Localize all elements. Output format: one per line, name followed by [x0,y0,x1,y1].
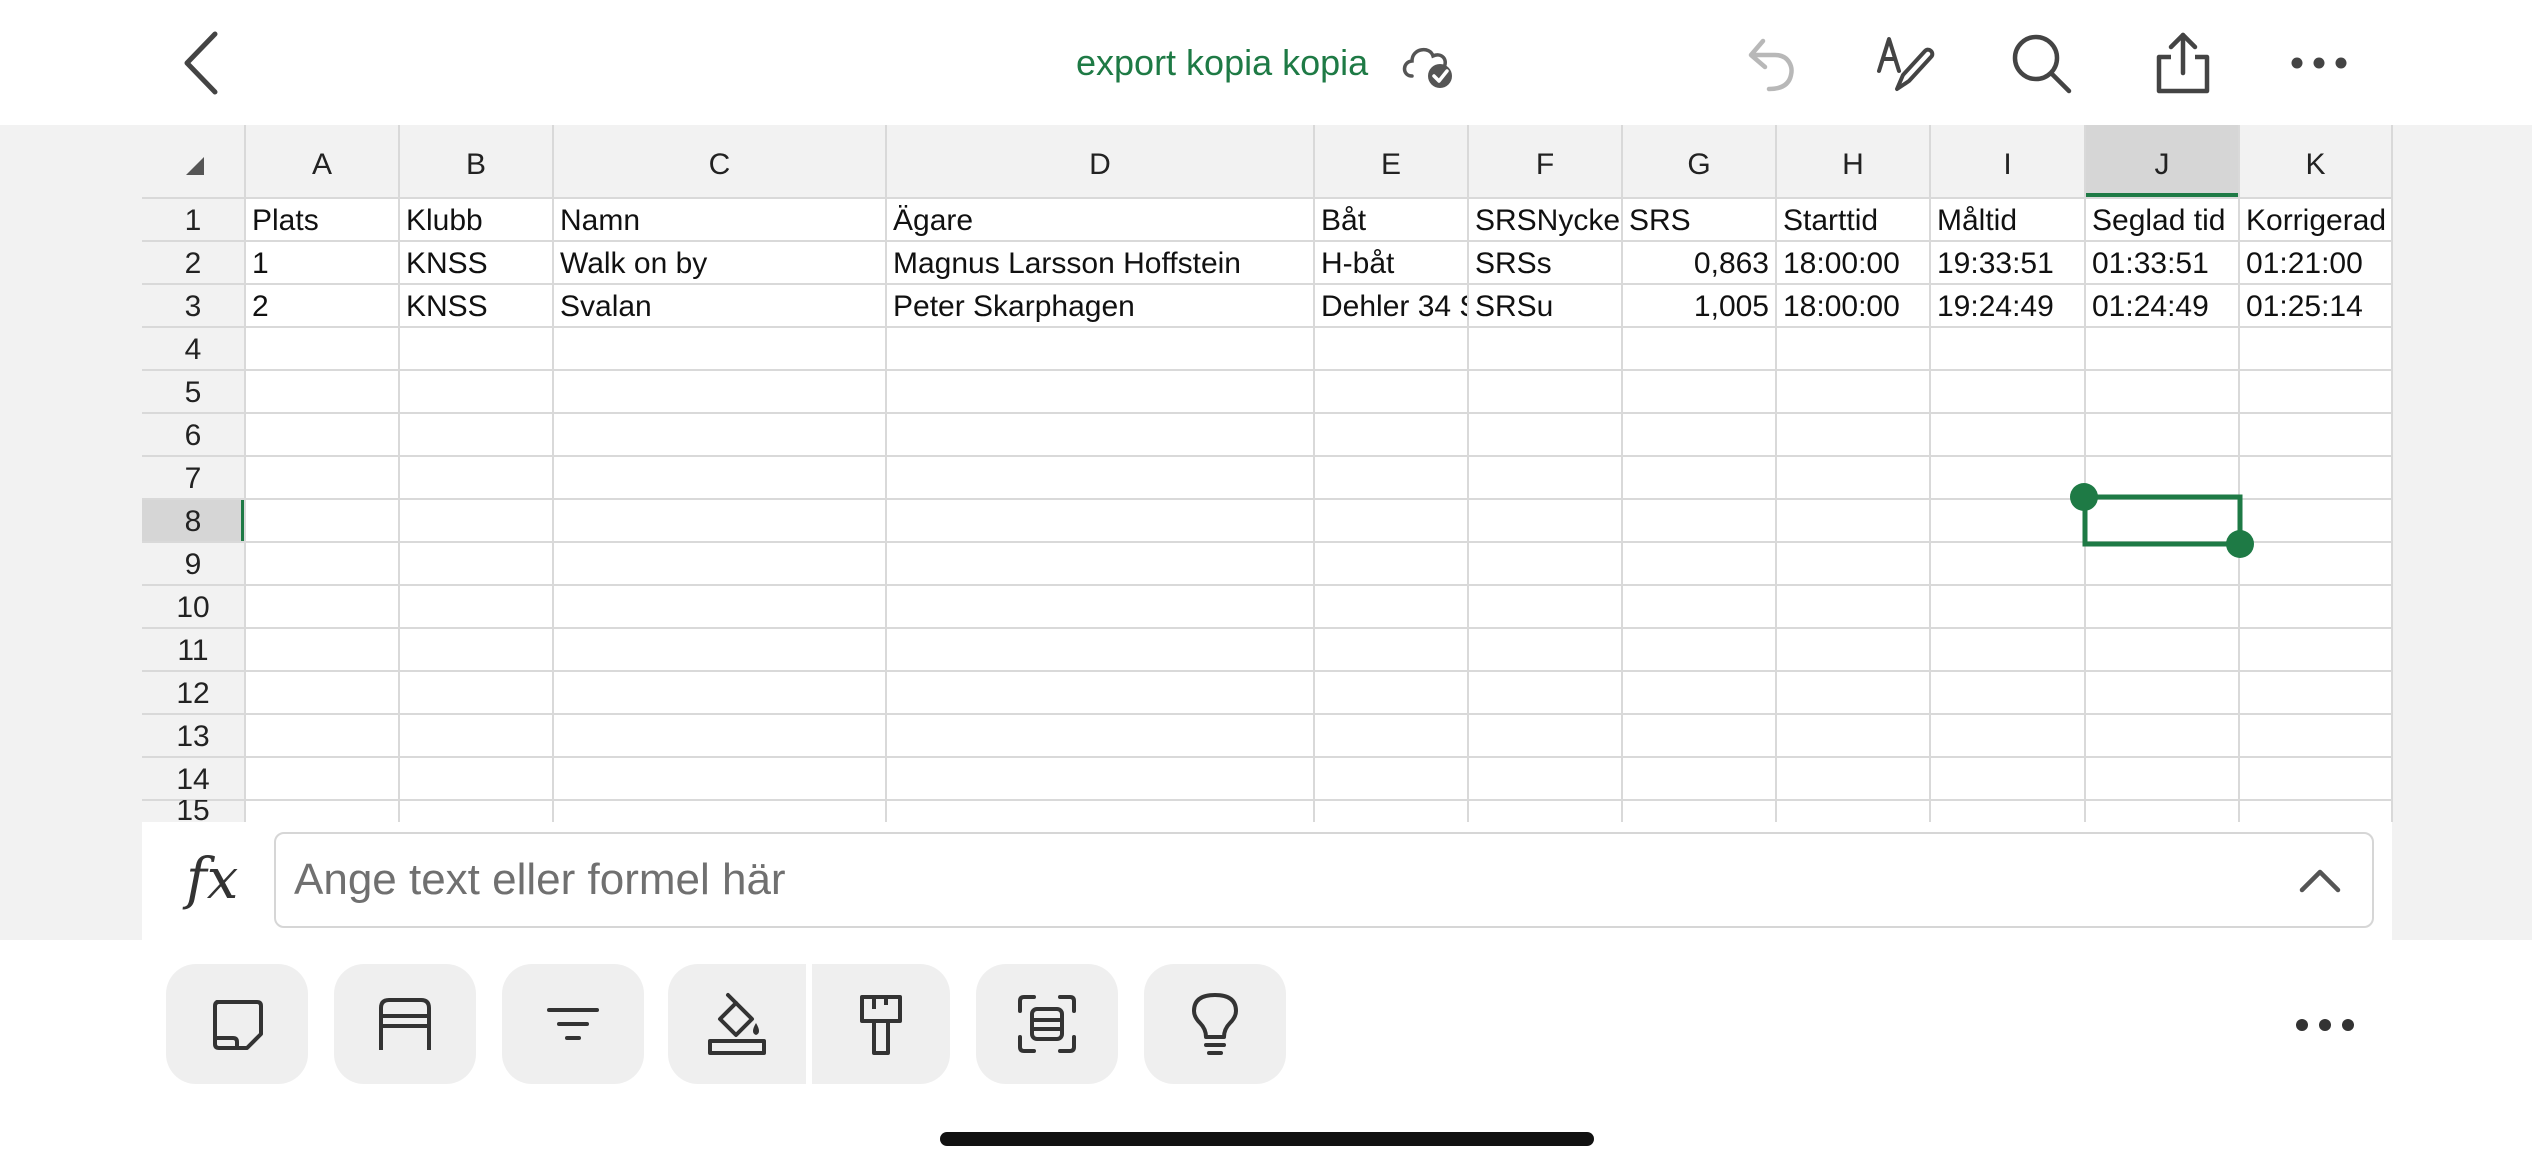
draw-pen-icon [1877,37,1935,91]
freeze-panes-button[interactable] [334,964,476,1084]
cell-h1[interactable]: Starttid [1777,199,1929,242]
cell-k3[interactable]: 01:25:14 [2240,285,2391,328]
filter-button[interactable] [502,964,644,1084]
column-header-d[interactable]: D [886,125,1314,197]
cell-d2[interactable]: Magnus Larsson Hoffstein [887,242,1313,285]
sheet-view-icon [213,1000,263,1050]
freeze-panes-icon [379,998,431,1050]
cell-j1[interactable]: Seglad tid [2086,199,2238,242]
cell-a3[interactable]: 2 [246,285,398,328]
row-header-1[interactable]: 1 [142,198,244,241]
share-icon [2156,32,2210,94]
row-header-2[interactable]: 2 [142,241,244,284]
cell-e3[interactable]: Dehler 34 SV [1315,285,1467,328]
home-indicator[interactable] [940,1132,1594,1146]
column-header-c[interactable]: C [553,125,886,197]
cell-f1[interactable]: SRSNyckel [1469,199,1621,242]
share-button[interactable] [2148,28,2218,98]
cell-b1[interactable]: Klubb [400,199,552,242]
column-header-b[interactable]: B [399,125,553,197]
cell-i3[interactable]: 19:24:49 [1931,285,2084,328]
column-header-e[interactable]: E [1314,125,1468,197]
column-header-f[interactable]: F [1468,125,1622,197]
more-icon [2291,57,2347,69]
column-header-a[interactable]: A [245,125,399,197]
cell-f3[interactable]: SRSu [1469,285,1621,328]
filter-icon [547,1008,599,1040]
row-header-9[interactable]: 9 [142,542,244,585]
cell-i1[interactable]: Måltid [1931,199,2084,242]
back-button[interactable] [166,28,236,98]
column-header-j[interactable]: J [2085,125,2239,197]
cell-e1[interactable]: Båt [1315,199,1467,242]
selection-handle-bottom-right[interactable] [2226,530,2254,558]
cell-c2[interactable]: Walk on by [554,242,885,285]
cell-g1[interactable]: SRS [1623,199,1775,242]
cell-d1[interactable]: Ägare [887,199,1313,242]
more-options-button[interactable] [2284,28,2354,98]
cell-j3[interactable]: 01:24:49 [2086,285,2238,328]
ideas-button[interactable] [1144,964,1286,1084]
row-header-5[interactable]: 5 [142,370,244,413]
chevron-up-icon [2299,869,2341,893]
toolbar-more-button[interactable] [2290,1000,2360,1050]
document-title[interactable]: export kopia kopia [1076,38,1368,88]
row-header-13[interactable]: 13 [142,714,244,757]
formula-input[interactable] [274,832,2374,928]
search-button[interactable] [2006,28,2076,98]
select-region-icon [1018,995,1076,1053]
cell-i2[interactable]: 19:33:51 [1931,242,2084,285]
more-icon [2296,1019,2354,1031]
cell-a1[interactable]: Plats [246,199,398,242]
row-header-3[interactable]: 3 [142,284,244,327]
cell-b2[interactable]: KNSS [400,242,552,285]
search-icon [2012,34,2072,94]
cell-f2[interactable]: SRSs [1469,242,1621,285]
cell-a2[interactable]: 1 [246,242,398,285]
sheet-view-button[interactable] [166,964,308,1084]
chevron-left-icon [184,31,218,95]
column-header-i[interactable]: I [1930,125,2085,197]
cell-k2[interactable]: 01:21:00 [2240,242,2391,285]
row-header-11[interactable]: 11 [142,628,244,671]
column-header-h[interactable]: H [1776,125,1930,197]
fill-color-button[interactable] [668,964,806,1084]
column-header-g[interactable]: G [1622,125,1776,197]
row-header-10[interactable]: 10 [142,585,244,628]
cell-c3[interactable]: Svalan [554,285,885,328]
format-painter-icon [860,995,902,1055]
cloud-check-icon[interactable] [1398,36,1458,90]
row-header-15[interactable]: 15 [142,800,244,822]
fx-icon[interactable]: fx [186,848,250,912]
undo-button[interactable] [1734,28,1804,98]
cell-g2[interactable]: 0,863 [1623,242,1775,285]
row-header-8[interactable]: 8 [142,499,244,542]
row-header-14[interactable]: 14 [142,757,244,800]
row-header-4[interactable]: 4 [142,327,244,370]
cell-j2[interactable]: 01:33:51 [2086,242,2238,285]
draw-button[interactable] [1870,28,1940,98]
row-header-12[interactable]: 12 [142,671,244,714]
row-header-6[interactable]: 6 [142,413,244,456]
format-painter-button[interactable] [812,964,950,1084]
cell-k1[interactable]: Korrigerad [2240,199,2391,242]
cell-c1[interactable]: Namn [554,199,885,242]
fill-color-icon [708,993,766,1055]
cell-h2[interactable]: 18:00:00 [1777,242,1929,285]
cell-h3[interactable]: 18:00:00 [1777,285,1929,328]
cell-g3[interactable]: 1,005 [1623,285,1775,328]
row-header-7[interactable]: 7 [142,456,244,499]
column-header-k[interactable]: K [2239,125,2392,197]
select-region-button[interactable] [976,964,1118,1084]
formula-expand-button[interactable] [2292,852,2348,908]
cell-e2[interactable]: H-båt [1315,242,1467,285]
title-bar: export kopia kopia [0,0,2532,127]
lightbulb-icon [1192,993,1238,1055]
undo-icon [1748,38,1794,92]
cell-b3[interactable]: KNSS [400,285,552,328]
cell-d3[interactable]: Peter Skarphagen [887,285,1313,328]
selection-handle-top-left[interactable] [2070,483,2098,511]
